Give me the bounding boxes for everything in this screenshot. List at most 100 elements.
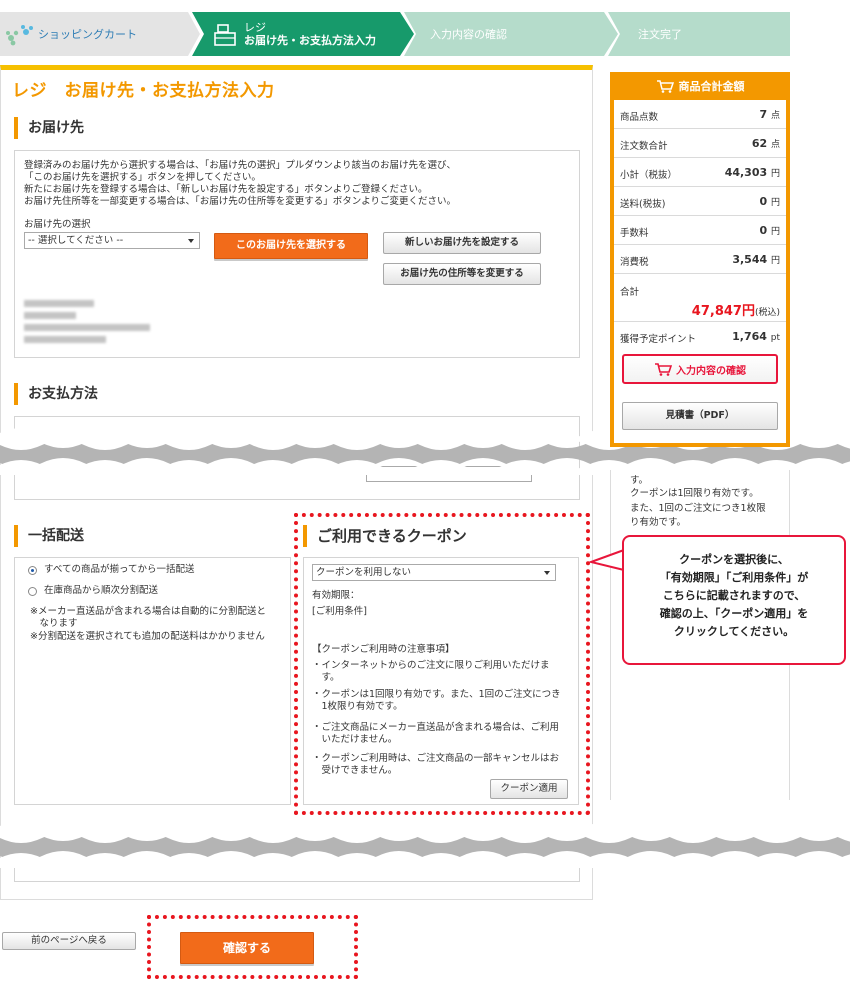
callout-line-4: 確認の上、「クーポン適用」を — [659, 607, 809, 620]
callout-line-1: クーポンを選択後に、 — [679, 553, 789, 566]
bulk-note-3: ※分割配送を選択されても追加の配送料はかかりません — [30, 631, 265, 642]
confirm-button[interactable]: 確認する — [180, 932, 314, 964]
coupon-apply-button[interactable]: クーポン適用 — [490, 779, 568, 799]
summary-row-items: 商品点数 7 点 — [614, 100, 786, 129]
address-name-blur — [24, 300, 94, 307]
select-delivery-button[interactable]: このお届け先を選択する — [214, 233, 368, 259]
delivery-heading: お届け先 — [14, 117, 84, 139]
chevron-down-icon — [544, 571, 550, 575]
summary-value: 0 — [759, 224, 768, 237]
summary-row-shipping: 送料(税抜) 0 円 — [614, 187, 786, 216]
summary-label: 注文数合計 — [620, 141, 668, 152]
step-regi-top: レジ — [244, 21, 266, 34]
coupon-notice-1b: す。 — [312, 672, 340, 683]
bulk-option-all: すべての商品が揃ってから一括配送 — [44, 564, 195, 575]
summary-heading-text: 商品合計金額 — [678, 80, 745, 93]
summary-row-points: 獲得予定ポイント 1,764 pt — [614, 322, 786, 351]
register-icon — [214, 24, 236, 46]
address-zip-blur — [24, 312, 76, 319]
bulk-radio-all[interactable] — [28, 566, 37, 575]
summary-points-value: 1,764 — [732, 330, 767, 343]
back-button[interactable]: 前のページへ戻る — [2, 932, 136, 950]
step-regi: レジ お届け先・お支払方法入力 — [192, 12, 414, 56]
checkout-steps: ショッピングカート レジ お届け先・お支払方法入力 入力内容の確認 注文完了 — [0, 12, 790, 56]
coupon-heading: ご利用できるクーポン — [303, 525, 467, 547]
summary-total-label: 合計 — [620, 287, 640, 298]
callout-line-2: 「有効期限」「ご利用条件」が — [659, 571, 809, 584]
summary-unit: 円 — [770, 169, 780, 179]
bulk-note-2: なります — [30, 618, 78, 629]
summary-value: 0 — [759, 195, 768, 208]
chevron-down-icon — [188, 239, 194, 243]
coupon-notice-3b: いただけません。 — [312, 734, 398, 745]
summary-total-note: (税込) — [754, 308, 780, 318]
summary-confirm-button[interactable]: 入力内容の確認 — [622, 354, 778, 384]
pdf-quote-button[interactable]: 見積書（PDF） — [622, 402, 778, 430]
delivery-line-3: 新たにお届け先を登録する場合は、「新しいお届け先を設定する」ボタンよりご登録くだ… — [24, 184, 428, 195]
summary-label: 消費税 — [620, 257, 649, 268]
step-confirm: 入力内容の確認 — [404, 12, 618, 56]
wave-divider — [0, 821, 850, 868]
summary-label: 手数料 — [620, 228, 649, 239]
summary-points-unit: pt — [770, 333, 780, 343]
callout-line-5: クリックしてください。 — [673, 625, 795, 638]
coupon-select-value: クーポンを利用しない — [316, 567, 412, 578]
step-regi-bottom: お届け先・お支払方法入力 — [244, 34, 376, 47]
summary-unit: 円 — [770, 227, 780, 237]
cart-icon — [656, 80, 674, 93]
bulk-radio-split[interactable] — [28, 587, 37, 596]
coupon-conditions-label: [ご利用条件] — [312, 606, 367, 617]
bulk-note-1: ※メーカー直送品が含まれる場合は自動的に分割配送と — [30, 606, 266, 617]
summary-row-total: 合計 47,847円(税込) — [614, 274, 786, 322]
summary-value: 62 — [751, 137, 768, 150]
coupon-expiry-label: 有効期限： — [312, 590, 360, 601]
delivery-select-value: -- 選択してください -- — [28, 235, 124, 246]
summary-below-line-1: す。 — [630, 475, 649, 486]
summary-value: 44,303 — [724, 166, 768, 179]
step-cart: ショッピングカート — [0, 12, 200, 56]
summary-value: 7 — [759, 108, 768, 121]
summary-confirm-label: 入力内容の確認 — [676, 365, 746, 377]
delivery-line-2: 「このお届け先を選択する」ボタンを押してください。 — [24, 172, 261, 183]
summary-row-qty: 注文数合計 62 点 — [614, 129, 786, 158]
new-delivery-button[interactable]: 新しいお届け先を設定する — [383, 232, 541, 254]
summary-below-line-4: り有効です。 — [630, 517, 687, 528]
summary-below-line-2: クーポンは1回限り有効です。 — [630, 488, 759, 499]
summary-label: 小計（税抜） — [620, 170, 678, 181]
summary-row-fee: 手数料 0 円 — [614, 216, 786, 245]
summary-unit: 円 — [770, 198, 780, 208]
lower-box — [14, 868, 580, 882]
coupon-select[interactable]: クーポンを利用しない — [312, 564, 556, 581]
page-title: レジ お届け先・お支払方法入力 — [12, 81, 275, 101]
delivery-select-label: お届け先の選択 — [24, 219, 91, 230]
summary-value: 3,544 — [732, 253, 768, 266]
bulk-option-split: 在庫商品から順次分割配送 — [44, 585, 159, 596]
summary-unit: 円 — [770, 256, 780, 266]
summary-unit: 点 — [770, 140, 780, 150]
bulk-heading: 一括配送 — [14, 525, 84, 547]
change-delivery-button[interactable]: お届け先の住所等を変更する — [383, 263, 541, 285]
step-cart-label: ショッピングカート — [38, 28, 137, 41]
coupon-notice-4a: ・クーポンご利用時は、ご注文商品の一部キャンセルはお — [312, 753, 560, 764]
coupon-notice-2a: ・クーポンは1回限り有効です。また、1回のご注文につき — [312, 689, 561, 700]
summary-below-line-3: また、1回のご注文につき1枚限 — [630, 503, 766, 514]
summary-label: 送料(税抜) — [620, 199, 666, 210]
address-line-blur — [24, 324, 150, 331]
callout-text: クーポンを選択後に、 「有効期限」「ご利用条件」が こちらに記載されますので、 … — [624, 551, 844, 641]
paw-icon — [6, 25, 33, 46]
summary-row-subtotal: 小計（税抜） 44,303 円 — [614, 158, 786, 187]
summary-points-label: 獲得予定ポイント — [620, 334, 697, 345]
delivery-select[interactable]: -- 選択してください -- — [24, 232, 200, 249]
payment-heading: お支払方法 — [14, 383, 98, 405]
summary-label: 商品点数 — [620, 112, 659, 123]
address-tel-blur — [24, 336, 106, 343]
callout-line-3: こちらに記載されますので、 — [662, 589, 806, 602]
coupon-notice-4b: 受けできません。 — [312, 765, 398, 776]
summary-total-value: 47,847円 — [691, 304, 755, 319]
coupon-notice-1a: ・インターネットからのご注文に限りご利用いただけま — [312, 660, 550, 671]
delivery-line-4: お届け先住所等を一部変更する場合は、「お届け先の住所等を変更する」ボタンよりご変… — [24, 196, 457, 207]
summary-unit: 点 — [770, 111, 780, 121]
step-complete-label: 注文完了 — [638, 28, 682, 41]
step-complete: 注文完了 — [608, 12, 790, 56]
coupon-notice-3a: ・ご注文商品にメーカー直送品が含まれる場合は、ご利用 — [312, 722, 560, 733]
